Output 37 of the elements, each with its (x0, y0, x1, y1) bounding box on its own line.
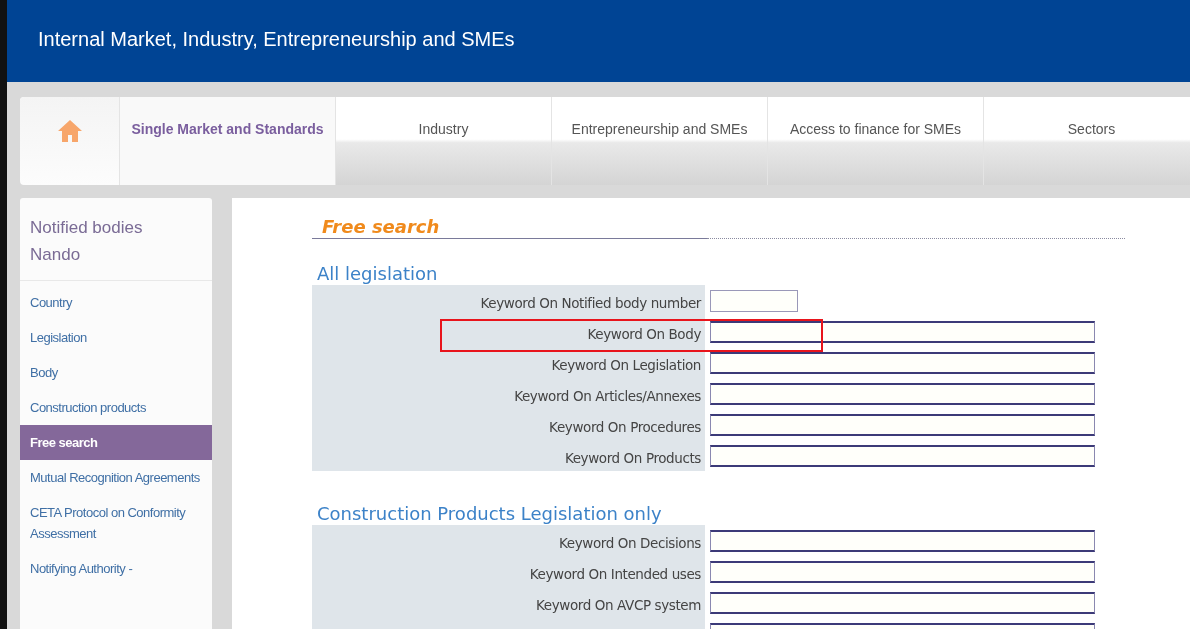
nav-tab[interactable]: Industry (336, 97, 552, 185)
section-heading: All legislation (316, 263, 439, 285)
field-label: Keyword On Legislation (312, 347, 705, 378)
sidebar-item[interactable]: Body (20, 355, 212, 390)
field-label: Keyword On Intended uses (312, 556, 705, 587)
input-field[interactable] (710, 352, 1095, 374)
input-field[interactable] (710, 530, 1095, 552)
field-label: Keyword On Procedures (312, 409, 705, 440)
input-field[interactable] (710, 414, 1095, 436)
sidebar-item[interactable]: Construction products (20, 390, 212, 425)
sidebar-title: Notified bodies Nando (20, 198, 212, 281)
sidebar-item[interactable]: Country (20, 285, 212, 320)
input-field[interactable] (710, 561, 1095, 583)
nav-tab[interactable]: Single Market and Standards (120, 97, 336, 185)
nav-tab[interactable]: Entrepreneurship and SMEs (552, 97, 768, 185)
site-title: Internal Market, Industry, Entrepreneurship and SMEs (38, 27, 515, 51)
input-field[interactable] (710, 445, 1095, 467)
sidebar-item[interactable]: Notifying Authority - (20, 551, 212, 586)
input-field[interactable] (710, 592, 1095, 614)
sidebar-item[interactable]: Mutual Recognition Agreements (20, 460, 212, 495)
field-label: Keyword On AVCP system (312, 587, 705, 618)
field-label: Keyword On Products (312, 440, 705, 471)
nav-tab[interactable]: Access to finance for SMEs (768, 97, 984, 185)
input-field[interactable] (710, 290, 798, 312)
sidebar-item[interactable]: CETA Protocol on Conformity Assessment (20, 495, 212, 551)
sidebar-item[interactable]: Free search (20, 425, 212, 460)
field-label: Keyword On Decisions (312, 525, 705, 556)
nav-tab[interactable]: Sectors (984, 97, 1190, 185)
field-label: Keyword On Articles/Annexes (312, 378, 705, 409)
field-label: Keyword On Notified body number (312, 285, 705, 316)
house-icon (56, 119, 83, 143)
sidebar-item[interactable]: Legislation (20, 320, 212, 355)
input-field[interactable] (710, 321, 1095, 343)
input-field[interactable] (710, 383, 1095, 405)
section-heading: Construction Products Legislation only (316, 503, 663, 525)
field-label: Keyword On Body (312, 316, 705, 347)
page-heading: Free search (321, 216, 440, 237)
